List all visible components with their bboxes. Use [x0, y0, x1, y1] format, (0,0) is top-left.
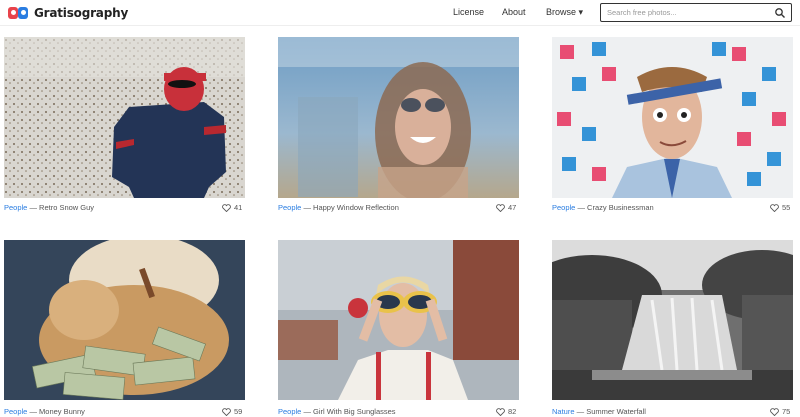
photo-summer-waterfall[interactable] [552, 240, 793, 400]
photo-title[interactable]: Money Bunny [39, 407, 85, 416]
photo-crazy-businessman[interactable] [552, 37, 793, 198]
photo-girl-with-big-sunglasses[interactable] [278, 240, 519, 400]
photo-caption: People — Money Bunny [4, 407, 85, 416]
photo-title[interactable]: Happy Window Reflection [313, 203, 399, 212]
like-count: 75 [782, 407, 791, 416]
separator: — [574, 407, 587, 416]
category-link[interactable]: People [278, 203, 301, 212]
separator: — [301, 203, 314, 212]
photo-caption: People — Girl With Big Sunglasses [278, 407, 396, 416]
nav-browse[interactable]: Browse ▾ [546, 7, 583, 18]
logo-icon [8, 6, 30, 20]
category-link[interactable]: People [4, 203, 27, 212]
heart-icon [496, 203, 505, 212]
likes[interactable]: 82 [496, 407, 516, 416]
photo-caption: People — Happy Window Reflection [278, 203, 399, 212]
photo-title[interactable]: Girl With Big Sunglasses [313, 407, 396, 416]
photo-caption: People — Retro Snow Guy [4, 203, 94, 212]
likes[interactable]: 47 [496, 203, 516, 212]
category-link[interactable]: People [552, 203, 575, 212]
photo-title[interactable]: Crazy Businessman [587, 203, 654, 212]
search-input[interactable]: Search free photos... [600, 3, 792, 22]
site-header: Gratisography License About Browse ▾ Sea… [0, 0, 800, 26]
likes[interactable]: 59 [222, 407, 242, 416]
site-logo[interactable]: Gratisography [8, 4, 128, 22]
separator: — [27, 407, 40, 416]
likes[interactable]: 75 [770, 407, 790, 416]
like-count: 41 [234, 203, 243, 212]
photo-title[interactable]: Retro Snow Guy [39, 203, 94, 212]
heart-icon [770, 407, 779, 416]
like-count: 82 [508, 407, 517, 416]
category-link[interactable]: People [278, 407, 301, 416]
category-link[interactable]: Nature [552, 407, 575, 416]
heart-icon [496, 407, 505, 416]
photo-caption: Nature — Summer Waterfall [552, 407, 646, 416]
likes[interactable]: 55 [770, 203, 790, 212]
separator: — [27, 203, 40, 212]
search-placeholder: Search free photos... [607, 8, 677, 17]
heart-icon [222, 203, 231, 212]
photo-caption: People — Crazy Businessman [552, 203, 654, 212]
photo-money-bunny[interactable] [4, 240, 245, 400]
like-count: 47 [508, 203, 517, 212]
likes[interactable]: 41 [222, 203, 242, 212]
nav-about[interactable]: About [502, 7, 526, 17]
category-link[interactable]: People [4, 407, 27, 416]
photo-happy-window-reflection[interactable] [278, 37, 519, 198]
heart-icon [770, 203, 779, 212]
separator: — [575, 203, 588, 212]
heart-icon [222, 407, 231, 416]
separator: — [301, 407, 314, 416]
nav-license[interactable]: License [453, 7, 484, 17]
logo-text: Gratisography [34, 6, 129, 20]
like-count: 59 [234, 407, 243, 416]
like-count: 55 [782, 203, 791, 212]
photo-retro-snow-guy[interactable] [4, 37, 245, 198]
search-icon[interactable] [774, 7, 786, 19]
photo-title[interactable]: Summer Waterfall [586, 407, 646, 416]
